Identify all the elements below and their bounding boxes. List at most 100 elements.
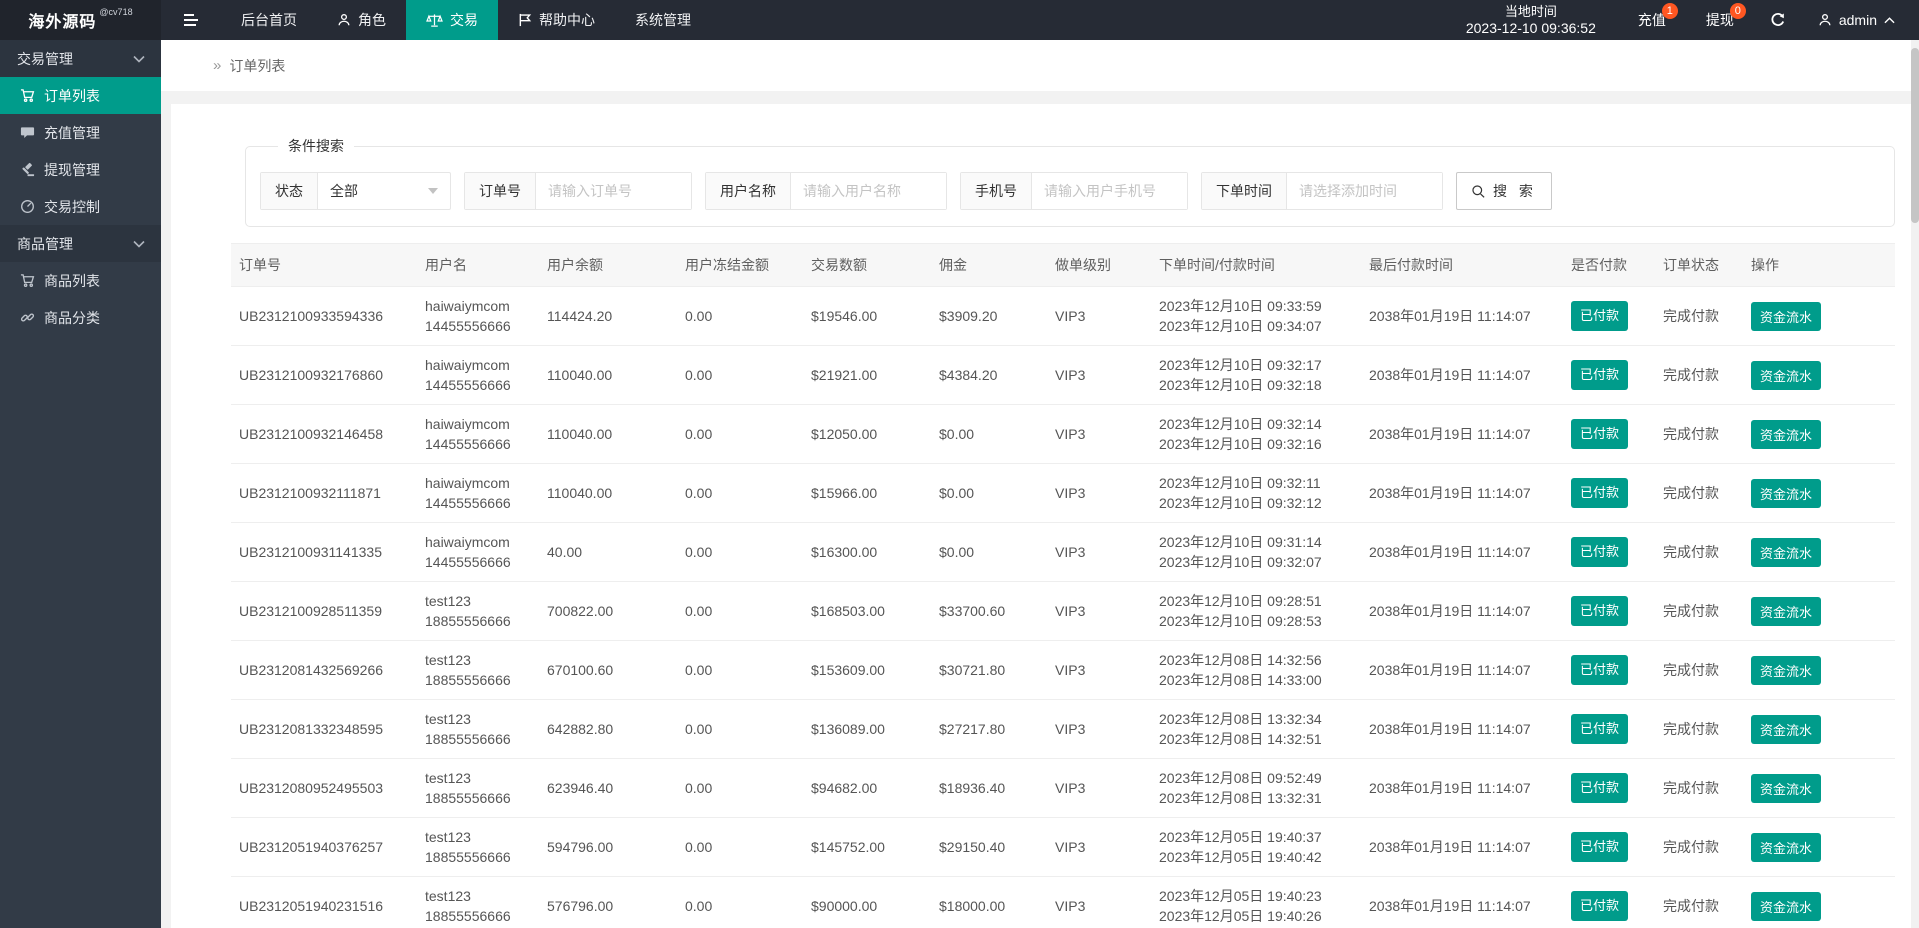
fund-flow-button[interactable]: 资金流水 <box>1751 301 1822 331</box>
paid-status-badge[interactable]: 已付款 <box>1571 596 1629 626</box>
order-no-label: 订单号 <box>465 173 536 209</box>
nav-item-system[interactable]: 系统管理 <box>615 0 711 40</box>
table-row: UB2312100932146458 haiwaiymcom 144555566… <box>231 404 1895 464</box>
comment-icon <box>20 125 35 140</box>
order-no-cell: UB2312100928511359 <box>231 581 417 641</box>
nav-label: 交易 <box>450 12 478 28</box>
paid-status-badge[interactable]: 已付款 <box>1571 655 1629 685</box>
sidebar-item-label: 商品列表 <box>44 272 100 289</box>
nav-item-roles[interactable]: 角色 <box>317 0 406 40</box>
sidebar-group-product-management[interactable]: 商品管理 <box>0 225 161 262</box>
chevron-down-icon <box>133 55 145 63</box>
refresh-button[interactable] <box>1754 0 1802 40</box>
username-input[interactable] <box>791 173 946 209</box>
action-cell: 资金流水 <box>1743 345 1895 405</box>
commission-cell: $4384.20 <box>931 345 1047 405</box>
frozen-amount-cell: 0.00 <box>677 463 803 523</box>
order-time-input[interactable] <box>1287 173 1442 209</box>
sidebar-item-withdraw-management[interactable]: 提现管理 <box>0 151 161 188</box>
sidebar-item-trade-control[interactable]: 交易控制 <box>0 188 161 225</box>
paid-status-badge[interactable]: 已付款 <box>1571 891 1629 921</box>
cart-icon <box>20 273 35 288</box>
level-cell: VIP3 <box>1047 876 1151 928</box>
paid-status-badge[interactable]: 已付款 <box>1571 419 1629 449</box>
order-pay-time-cell: 2023年12月05日 19:40:23 2023年12月05日 19:40:2… <box>1151 876 1361 928</box>
paid-status-badge[interactable]: 已付款 <box>1571 301 1629 331</box>
user-phone-text: 18855556666 <box>425 613 511 629</box>
last-pay-time-cell: 2038年01月19日 11:14:07 <box>1361 581 1563 641</box>
pay-time-text: 2023年12月10日 09:32:07 <box>1159 554 1322 570</box>
sidebar-group-trade-management[interactable]: 交易管理 <box>0 40 161 77</box>
user-phone-text: 14455556666 <box>425 554 511 570</box>
paid-status-badge[interactable]: 已付款 <box>1571 773 1629 803</box>
recharge-button[interactable]: 充值 1 <box>1618 0 1686 40</box>
fund-flow-button[interactable]: 资金流水 <box>1751 832 1822 862</box>
column-header: 下单时间/付款时间 <box>1151 243 1361 287</box>
order-pay-time-cell: 2023年12月10日 09:28:51 2023年12月10日 09:28:5… <box>1151 581 1361 641</box>
order-pay-time-cell: 2023年12月08日 13:32:34 2023年12月08日 14:32:5… <box>1151 699 1361 759</box>
table-row: UB2312100932176860 haiwaiymcom 144555566… <box>231 345 1895 405</box>
link-icon <box>20 310 35 325</box>
user-menu[interactable]: admin <box>1802 0 1919 40</box>
paid-status-badge[interactable]: 已付款 <box>1571 714 1629 744</box>
username-text: test123 <box>425 888 471 904</box>
phone-input[interactable] <box>1032 173 1187 209</box>
status-select[interactable]: 全部 <box>318 173 450 209</box>
order-time-text: 2023年12月08日 13:32:34 <box>1159 711 1322 727</box>
frozen-amount-cell: 0.00 <box>677 876 803 928</box>
order-no-input[interactable] <box>536 173 691 209</box>
fund-flow-button[interactable]: 资金流水 <box>1751 891 1822 921</box>
withdraw-button[interactable]: 提现 0 <box>1686 0 1754 40</box>
action-cell: 资金流水 <box>1743 463 1895 523</box>
search-button[interactable]: 搜 索 <box>1456 172 1552 210</box>
order-status-cell: 完成付款 <box>1655 817 1743 877</box>
column-header: 交易数额 <box>803 243 931 287</box>
sidebar-item-product-category[interactable]: 商品分类 <box>0 299 161 336</box>
fund-flow-button[interactable]: 资金流水 <box>1751 596 1822 626</box>
level-cell: VIP3 <box>1047 699 1151 759</box>
pay-status-cell: 已付款 <box>1563 404 1655 464</box>
nav-item-home[interactable]: 后台首页 <box>221 0 317 40</box>
hamburger-icon <box>183 13 199 27</box>
paid-status-badge[interactable]: 已付款 <box>1571 832 1629 862</box>
level-cell: VIP3 <box>1047 758 1151 818</box>
table-row: UB2312051940376257 test123 18855556666 5… <box>231 817 1895 877</box>
phone-filter: 手机号 <box>960 172 1188 210</box>
fund-flow-button[interactable]: 资金流水 <box>1751 655 1822 685</box>
fund-flow-button[interactable]: 资金流水 <box>1751 419 1822 449</box>
last-pay-time-cell: 2038年01月19日 11:14:07 <box>1361 758 1563 818</box>
balance-cell: 40.00 <box>539 522 677 582</box>
paid-status-badge[interactable]: 已付款 <box>1571 478 1629 508</box>
sidebar-toggle-button[interactable] <box>161 0 221 40</box>
fund-flow-button[interactable]: 资金流水 <box>1751 773 1822 803</box>
level-cell: VIP3 <box>1047 286 1151 346</box>
fund-flow-button[interactable]: 资金流水 <box>1751 537 1822 567</box>
nav-item-trade[interactable]: 交易 <box>406 0 498 40</box>
vertical-scrollbar-thumb[interactable] <box>1911 48 1919 223</box>
flag-icon <box>518 13 532 27</box>
fund-flow-button[interactable]: 资金流水 <box>1751 360 1822 390</box>
order-no-cell: UB2312100931141335 <box>231 522 417 582</box>
sidebar-item-recharge-management[interactable]: 充值管理 <box>0 114 161 151</box>
paid-status-badge[interactable]: 已付款 <box>1571 537 1629 567</box>
order-no-cell: UB2312051940376257 <box>231 817 417 877</box>
sidebar-item-product-list[interactable]: 商品列表 <box>0 262 161 299</box>
user-cell: test123 18855556666 <box>417 876 539 928</box>
pay-status-cell: 已付款 <box>1563 699 1655 759</box>
sidebar-item-order-list[interactable]: 订单列表 <box>0 77 161 114</box>
last-pay-time-cell: 2038年01月19日 11:14:07 <box>1361 404 1563 464</box>
vertical-scrollbar-track[interactable] <box>1911 40 1919 928</box>
pay-time-text: 2023年12月08日 14:32:51 <box>1159 731 1322 747</box>
order-status-cell: 完成付款 <box>1655 522 1743 582</box>
last-pay-time-cell: 2038年01月19日 11:14:07 <box>1361 345 1563 405</box>
nav-item-help[interactable]: 帮助中心 <box>498 0 615 40</box>
user-cell: test123 18855556666 <box>417 640 539 700</box>
table-row: UB2312081432569266 test123 18855556666 6… <box>231 640 1895 700</box>
fund-flow-button[interactable]: 资金流水 <box>1751 478 1822 508</box>
paid-status-badge[interactable]: 已付款 <box>1571 360 1629 390</box>
order-no-cell: UB2312100932111871 <box>231 463 417 523</box>
frozen-amount-cell: 0.00 <box>677 699 803 759</box>
fund-flow-button[interactable]: 资金流水 <box>1751 714 1822 744</box>
balance-cell: 623946.40 <box>539 758 677 818</box>
user-phone-text: 14455556666 <box>425 318 511 334</box>
